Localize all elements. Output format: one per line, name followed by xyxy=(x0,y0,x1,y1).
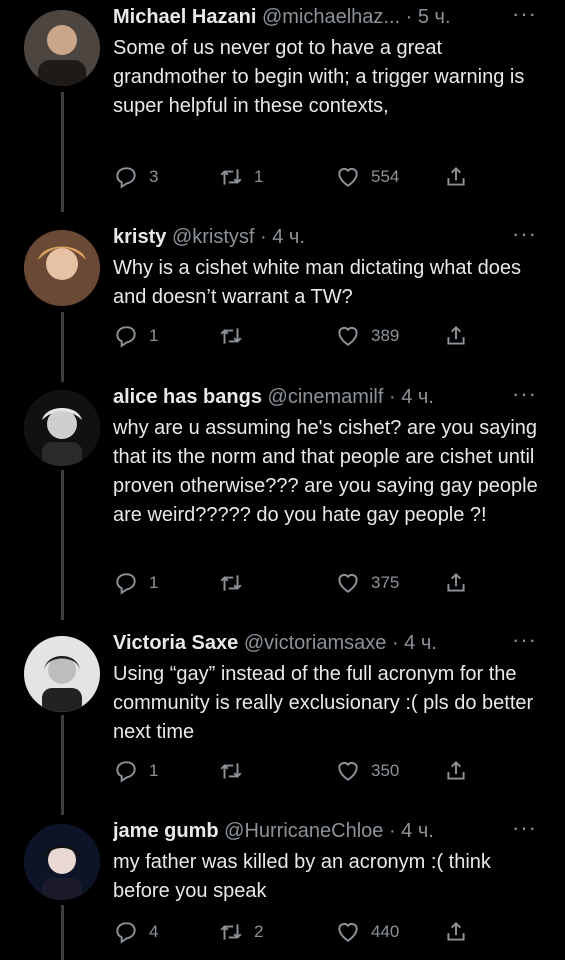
tweet-header: alice has bangs @cinemamilf · 4 ч. xyxy=(113,386,537,414)
reply-button[interactable]: 4 xyxy=(113,917,158,947)
reply-icon xyxy=(116,167,136,189)
share-icon xyxy=(447,760,465,780)
display-name[interactable]: kristy xyxy=(113,226,166,248)
avatar[interactable] xyxy=(24,636,100,712)
like-button[interactable]: 440 xyxy=(335,917,399,947)
handle[interactable]: @kristysf xyxy=(172,226,255,248)
avatar[interactable] xyxy=(24,390,100,466)
reply-button[interactable]: 1 xyxy=(113,756,158,786)
timestamp[interactable]: · 4 ч. xyxy=(389,820,434,842)
retweet-button[interactable] xyxy=(218,756,254,786)
like-button[interactable]: 389 xyxy=(335,321,399,351)
share-button[interactable] xyxy=(443,162,469,192)
reply-count: 1 xyxy=(149,326,159,345)
tweet-actions: 1 389 xyxy=(113,321,483,351)
tweet[interactable]: jame gumb @HurricaneChloe · 4 ч. ··· my … xyxy=(0,814,565,960)
retweet-button[interactable]: 2 xyxy=(218,917,263,947)
retweet-icon xyxy=(220,169,242,185)
like-button[interactable]: 350 xyxy=(335,756,399,786)
share-button[interactable] xyxy=(443,568,469,598)
heart-icon xyxy=(338,761,358,781)
retweet-icon xyxy=(220,575,242,591)
tweet[interactable]: Michael Hazani @michaelhaz... · 5 ч. ···… xyxy=(0,0,565,210)
reply-icon xyxy=(116,922,136,944)
avatar[interactable] xyxy=(24,230,100,306)
tweet[interactable]: Victoria Saxe @victoriamsaxe · 4 ч. ··· … xyxy=(0,626,565,796)
tweet-text: my father was killed by an acronym :( th… xyxy=(113,851,497,902)
reply-count: 1 xyxy=(149,573,159,592)
more-options-icon[interactable]: ··· xyxy=(512,817,537,839)
like-count: 440 xyxy=(371,922,400,941)
more-options-icon[interactable]: ··· xyxy=(512,223,537,245)
share-button[interactable] xyxy=(443,756,469,786)
reply-button[interactable]: 1 xyxy=(113,568,158,598)
heart-icon xyxy=(338,922,358,942)
heart-icon xyxy=(338,167,358,187)
reply-count: 1 xyxy=(149,761,159,780)
tweet-actions: 3 1 554 xyxy=(113,162,483,192)
share-icon xyxy=(447,921,465,941)
more-options-icon[interactable]: ··· xyxy=(512,3,537,25)
share-icon xyxy=(447,572,465,592)
like-count: 375 xyxy=(371,573,400,592)
heart-icon xyxy=(338,573,358,593)
more-options-icon[interactable]: ··· xyxy=(512,383,537,405)
tweet-actions: 1 350 xyxy=(113,756,483,786)
share-icon xyxy=(447,166,465,186)
tweet-actions: 4 2 440 xyxy=(113,917,483,947)
share-button[interactable] xyxy=(443,917,469,947)
share-icon xyxy=(447,325,465,345)
handle[interactable]: @michaelhaz... xyxy=(262,6,400,28)
reply-icon xyxy=(116,761,136,783)
tweet-text: why are u assuming he's cishet? are you … xyxy=(113,417,544,526)
handle[interactable]: @cinemamilf xyxy=(268,386,384,408)
reply-button[interactable]: 3 xyxy=(113,162,158,192)
retweet-count: 2 xyxy=(254,922,264,941)
reply-icon xyxy=(116,326,136,348)
retweet-icon xyxy=(220,328,242,344)
retweet-icon xyxy=(220,924,242,940)
timestamp[interactable]: · 5 ч. xyxy=(406,6,451,28)
heart-icon xyxy=(338,326,358,346)
tweet-header: kristy @kristysf · 4 ч. xyxy=(113,226,537,254)
reply-count: 3 xyxy=(149,167,159,186)
tweet-actions: 1 375 xyxy=(113,568,483,598)
tweet[interactable]: kristy @kristysf · 4 ч. ··· Why is a cis… xyxy=(0,220,565,380)
reply-thread: Michael Hazani @michaelhaz... · 5 ч. ···… xyxy=(0,0,565,960)
reply-count: 4 xyxy=(149,922,159,941)
display-name[interactable]: Victoria Saxe xyxy=(113,632,238,654)
avatar[interactable] xyxy=(24,824,100,900)
retweet-icon xyxy=(220,763,242,779)
timestamp[interactable]: · 4 ч. xyxy=(389,386,434,408)
like-count: 350 xyxy=(371,761,400,780)
handle[interactable]: @HurricaneChloe xyxy=(224,820,383,842)
retweet-button[interactable] xyxy=(218,568,254,598)
avatar[interactable] xyxy=(24,10,100,86)
tweet-header: jame gumb @HurricaneChloe · 4 ч. xyxy=(113,820,537,848)
reply-icon xyxy=(116,573,136,595)
retweet-button[interactable]: 1 xyxy=(218,162,263,192)
tweet-text: Some of us never got to have a great gra… xyxy=(113,37,530,117)
tweet-header: Michael Hazani @michaelhaz... · 5 ч. xyxy=(113,6,537,34)
like-count: 554 xyxy=(371,167,400,186)
tweet-header: Victoria Saxe @victoriamsaxe · 4 ч. xyxy=(113,632,537,660)
share-button[interactable] xyxy=(443,321,469,351)
tweet-text: Using “gay” instead of the full acronym … xyxy=(113,663,539,743)
reply-button[interactable]: 1 xyxy=(113,321,158,351)
tweet-text: Why is a cishet white man dictating what… xyxy=(113,257,527,308)
display-name[interactable]: alice has bangs xyxy=(113,386,262,408)
more-options-icon[interactable]: ··· xyxy=(512,629,537,651)
handle[interactable]: @victoriamsaxe xyxy=(244,632,387,654)
like-button[interactable]: 375 xyxy=(335,568,399,598)
display-name[interactable]: Michael Hazani xyxy=(113,6,256,28)
like-button[interactable]: 554 xyxy=(335,162,399,192)
retweet-count: 1 xyxy=(254,167,264,186)
tweet[interactable]: alice has bangs @cinemamilf · 4 ч. ··· w… xyxy=(0,380,565,610)
display-name[interactable]: jame gumb xyxy=(113,820,219,842)
like-count: 389 xyxy=(371,326,400,345)
timestamp[interactable]: · 4 ч. xyxy=(392,632,437,654)
retweet-button[interactable] xyxy=(218,321,254,351)
timestamp[interactable]: · 4 ч. xyxy=(260,226,305,248)
